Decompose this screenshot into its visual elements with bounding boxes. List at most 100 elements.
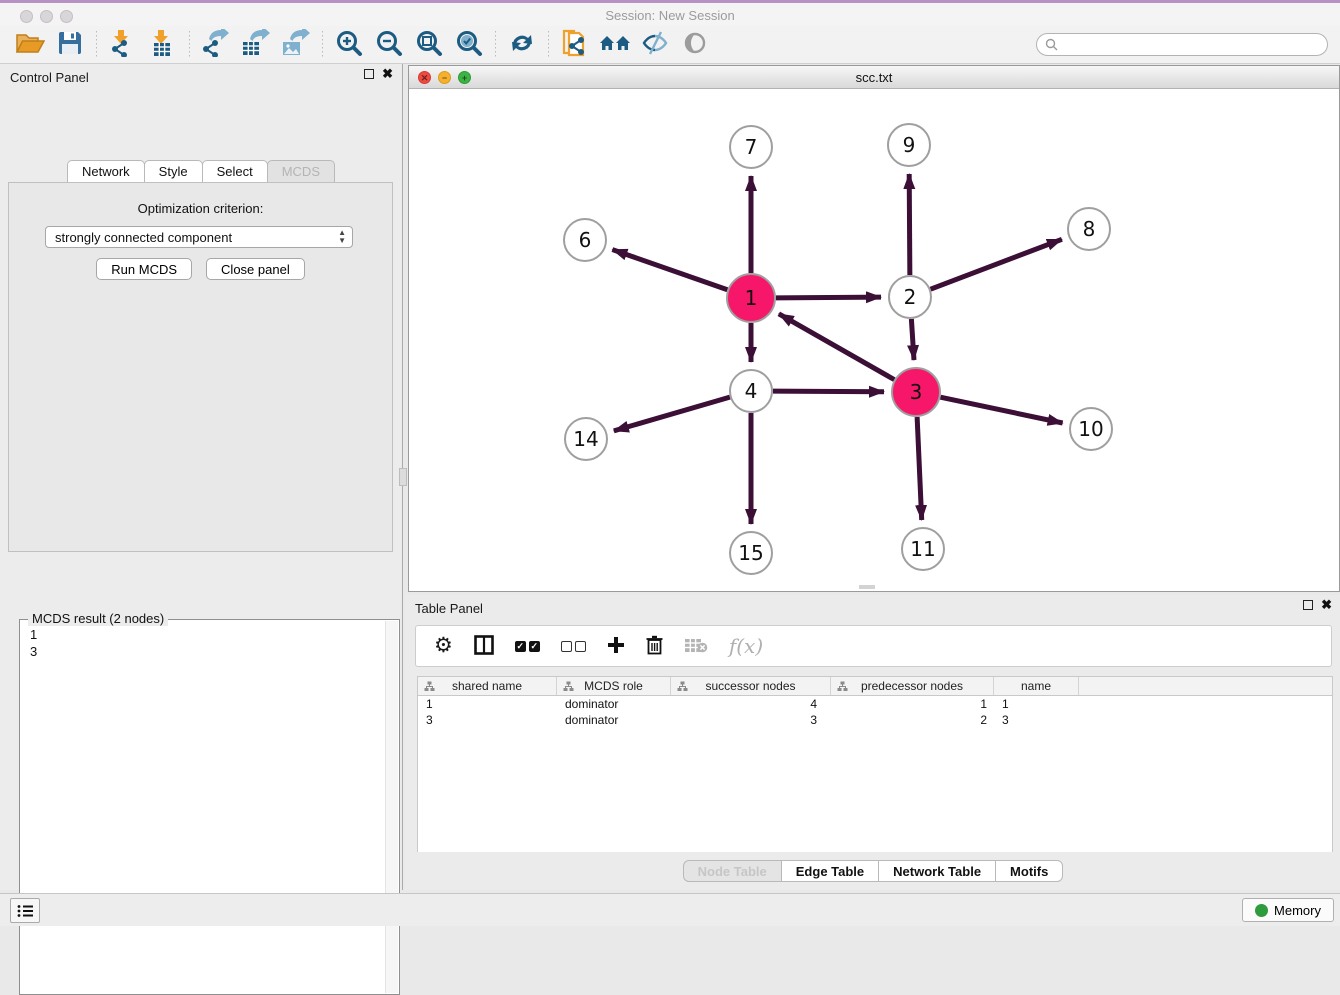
close-table-panel-icon[interactable]: ✖	[1321, 600, 1332, 610]
search-box[interactable]	[1036, 33, 1328, 56]
table-cell[interactable]: 4	[671, 696, 831, 712]
edge-3-1[interactable]	[779, 314, 894, 380]
tab-mcds[interactable]: MCDS	[267, 160, 335, 182]
node-9[interactable]: 9	[888, 124, 930, 166]
select-all-checkbox-button[interactable]: ✓✓	[515, 633, 540, 659]
network-clone-icon	[561, 28, 589, 61]
memory-label: Memory	[1274, 903, 1321, 918]
table-cell[interactable]: dominator	[557, 696, 671, 712]
search-input[interactable]	[1058, 35, 1327, 54]
edge-2-8[interactable]	[931, 239, 1062, 289]
hide-selected-button[interactable]	[635, 29, 675, 61]
toolbar-separator	[548, 31, 549, 59]
show-graphics-details-button[interactable]	[675, 29, 715, 61]
task-history-button[interactable]	[10, 898, 40, 923]
first-neighbors-button[interactable]	[595, 29, 635, 61]
import-network-button[interactable]	[103, 29, 143, 61]
toolbar-separator	[322, 31, 323, 59]
export-network-icon	[201, 29, 231, 60]
hide-selected-icon	[640, 30, 670, 59]
canvas-resize-grip[interactable]	[859, 585, 875, 589]
table-mode-gear-button[interactable]: ⚙	[434, 633, 453, 659]
import-table-button[interactable]	[143, 29, 183, 61]
edge-3-11[interactable]	[917, 417, 922, 520]
edge-1-2[interactable]	[776, 297, 881, 298]
open-session-button[interactable]	[10, 29, 50, 61]
node-4[interactable]: 4	[730, 370, 772, 412]
tab-motifs[interactable]: Motifs	[995, 860, 1063, 882]
edge-1-6[interactable]	[612, 250, 727, 290]
node-3[interactable]: 3	[892, 368, 940, 416]
edge-2-9[interactable]	[909, 174, 910, 275]
edge-4-3[interactable]	[773, 391, 884, 392]
table-cell[interactable]: dominator	[557, 712, 671, 728]
table-cell[interactable]: 3	[994, 712, 1079, 728]
float-panel-icon[interactable]	[364, 69, 374, 79]
edge-2-3[interactable]	[911, 319, 914, 360]
network-view-title: scc.txt	[409, 70, 1339, 85]
close-panel-button[interactable]: Close panel	[206, 258, 305, 280]
zoom-out-button[interactable]	[369, 29, 409, 61]
show-columns-button[interactable]	[474, 633, 494, 659]
status-bar: Memory	[0, 893, 1340, 926]
tab-edge-table[interactable]: Edge Table	[781, 860, 879, 882]
column-header-name[interactable]: name	[994, 677, 1079, 695]
table-cell[interactable]: 2	[831, 712, 994, 728]
export-image-button[interactable]	[276, 29, 316, 61]
tab-network[interactable]: Network	[67, 160, 145, 182]
float-table-panel-icon[interactable]	[1303, 600, 1313, 610]
node-1[interactable]: 1	[727, 274, 775, 322]
node-8[interactable]: 8	[1068, 208, 1110, 250]
optimization-criterion-label: Optimization criterion:	[9, 201, 392, 216]
network-graph[interactable]: 7 9 6 8 1 2 4 3 14 10 15 11	[409, 89, 1339, 591]
column-header-MCDS-role[interactable]: MCDS role	[557, 677, 671, 695]
criterion-dropdown[interactable]: strongly connected component ▲▼	[45, 226, 353, 248]
node-7[interactable]: 7	[730, 126, 772, 168]
table-cell[interactable]: 3	[418, 712, 557, 728]
node-10[interactable]: 10	[1070, 408, 1112, 450]
zoom-in-button[interactable]	[329, 29, 369, 61]
node-11[interactable]: 11	[902, 528, 944, 570]
network-canvas[interactable]: 7 9 6 8 1 2 4 3 14 10 15 11	[409, 89, 1339, 591]
edge-4-14[interactable]	[614, 397, 730, 431]
close-panel-icon[interactable]: ✖	[382, 69, 393, 79]
tab-select[interactable]: Select	[202, 160, 268, 182]
mcds-result-text[interactable]: 1 3	[24, 624, 383, 990]
delete-column-button[interactable]	[646, 633, 663, 659]
deselect-all-checkbox-button[interactable]	[561, 633, 586, 659]
table-mode-gear-icon: ⚙	[434, 635, 453, 657]
tab-style[interactable]: Style	[144, 160, 203, 182]
table-cell[interactable]: 1	[831, 696, 994, 712]
column-header-shared-name[interactable]: shared name	[418, 677, 557, 695]
export-network-button[interactable]	[196, 29, 236, 61]
node-14[interactable]: 14	[565, 418, 607, 460]
delete-column-icon	[646, 635, 663, 658]
table-row[interactable]: 3dominator323	[418, 712, 1332, 728]
network-window-titlebar[interactable]: ✕ − + scc.txt	[409, 66, 1339, 89]
node-label-8: 8	[1083, 217, 1096, 241]
node-2[interactable]: 2	[889, 276, 931, 318]
import-table-icon	[150, 29, 176, 60]
network-clone-button[interactable]	[555, 29, 595, 61]
run-mcds-button[interactable]: Run MCDS	[96, 258, 192, 280]
node-6[interactable]: 6	[564, 219, 606, 261]
edge-3-10[interactable]	[940, 397, 1062, 423]
tab-node-table[interactable]: Node Table	[683, 860, 782, 882]
zoom-fit-button[interactable]	[409, 29, 449, 61]
zoom-selected-button[interactable]	[449, 29, 489, 61]
column-header-successor-nodes[interactable]: successor nodes	[671, 677, 831, 695]
column-header-predecessor-nodes[interactable]: predecessor nodes	[831, 677, 994, 695]
export-table-button[interactable]	[236, 29, 276, 61]
tab-network-table[interactable]: Network Table	[878, 860, 996, 882]
table-row[interactable]: 1dominator411	[418, 696, 1332, 712]
node-15[interactable]: 15	[730, 532, 772, 574]
refresh-layout-button[interactable]	[502, 29, 542, 61]
new-column-button[interactable]	[607, 633, 625, 659]
table-cell[interactable]: 1	[418, 696, 557, 712]
save-session-button[interactable]	[50, 29, 90, 61]
memory-button[interactable]: Memory	[1242, 898, 1334, 922]
table-cell[interactable]: 3	[671, 712, 831, 728]
splitter-handle[interactable]	[399, 468, 407, 486]
table-cell[interactable]: 1	[994, 696, 1079, 712]
result-scrollbar[interactable]	[385, 621, 398, 993]
